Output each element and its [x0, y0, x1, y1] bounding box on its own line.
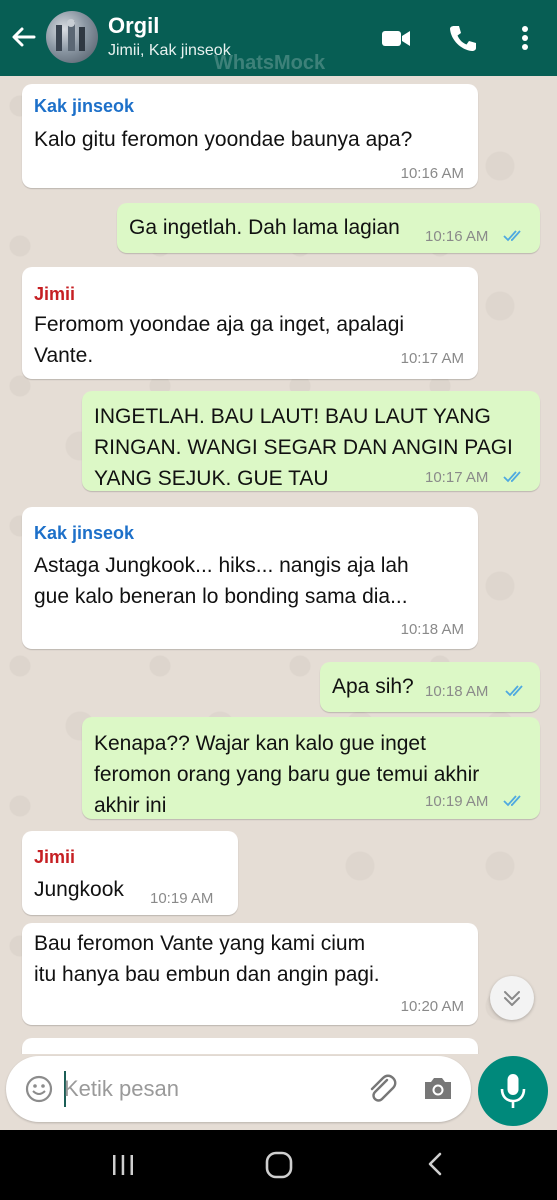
message-outgoing[interactable]: Ga ingetlah. Dah lama lagian 10:16 AM	[117, 203, 540, 253]
message-text: Jungkook	[34, 878, 124, 901]
message-outgoing[interactable]: Kenapa?? Wajar kan kalo gue inget feromo…	[82, 717, 540, 819]
message-input[interactable]: Ketik pesan	[64, 1076, 179, 1102]
message-sender: Kak jinseok	[34, 96, 135, 116]
chat-header: Orgil Jimii, Kak jinseok WhatsMock	[0, 0, 557, 76]
message-text: Feromom yoondae aja ga inget, apalagi Va…	[34, 313, 405, 367]
chat-participants[interactable]: Jimii, Kak jinseok	[108, 42, 231, 60]
message-incoming[interactable]: Jimii Feromom yoondae aja ga inget, apal…	[22, 267, 478, 379]
read-ticks-icon	[503, 795, 521, 807]
message-list[interactable]: Kak jinseok Kalo gitu feromon yoondae ba…	[0, 76, 557, 1054]
message-time: 10:19 AM	[425, 793, 489, 810]
back-nav-icon[interactable]	[420, 1149, 450, 1179]
camera-icon[interactable]	[421, 1071, 455, 1105]
watermark: WhatsMock	[214, 52, 326, 74]
message-outgoing[interactable]: INGETLAH. BAU LAUT! BAU LAUT YANG RINGAN…	[82, 391, 540, 491]
message-time: 10:17 AM	[400, 350, 464, 367]
read-ticks-icon	[503, 230, 521, 242]
message-time: 10:18 AM	[425, 683, 489, 700]
group-avatar[interactable]	[46, 11, 98, 63]
message-outgoing[interactable]: Apa sih? 10:18 AM	[320, 662, 540, 712]
message-incoming[interactable]: Kak jinseok Kalo gitu feromon yoondae ba…	[22, 84, 478, 188]
chat-title[interactable]: Orgil	[108, 13, 159, 39]
message-sender: Jimii	[34, 847, 76, 867]
attachment-icon[interactable]	[363, 1070, 399, 1106]
microphone-icon	[500, 1074, 526, 1108]
message-time: 10:16 AM	[425, 228, 489, 245]
back-arrow-icon[interactable]	[8, 22, 38, 52]
message-time: 10:19 AM	[150, 890, 214, 907]
message-time: 10:16 AM	[400, 165, 464, 182]
emoji-icon[interactable]	[24, 1074, 54, 1104]
message-incoming[interactable]: Bau feromon Vante yang kami cium itu han…	[22, 923, 478, 1025]
message-time: 10:20 AM	[400, 998, 464, 1015]
read-ticks-icon	[503, 471, 521, 483]
video-call-icon[interactable]	[380, 22, 412, 54]
recent-apps-icon[interactable]	[108, 1150, 138, 1180]
system-navigation-bar	[0, 1130, 557, 1200]
message-sender: Jimii	[34, 284, 76, 304]
voice-call-icon[interactable]	[446, 22, 478, 54]
more-options-icon[interactable]	[509, 22, 541, 54]
home-icon[interactable]	[263, 1149, 295, 1181]
message-text: Ga ingetlah. Dah lama lagian	[129, 216, 400, 239]
message-text: Apa sih?	[332, 675, 414, 698]
scroll-to-bottom-button[interactable]	[490, 976, 534, 1020]
message-time: 10:17 AM	[425, 469, 489, 486]
message-time: 10:18 AM	[400, 621, 464, 638]
message-text: Astaga Jungkook... hiks... nangis aja la…	[34, 554, 409, 608]
message-incoming[interactable]: Kak jinseok Astaga Jungkook... hiks... n…	[22, 507, 478, 649]
message-sender: Kak jinseok	[34, 523, 135, 543]
read-ticks-icon	[505, 685, 523, 697]
chevron-double-down-icon	[504, 991, 520, 1006]
message-incoming-partial[interactable]	[22, 1038, 478, 1054]
message-text: Kalo gitu feromon yoondae baunya apa?	[34, 128, 413, 151]
message-text: Bau feromon Vante yang kami cium itu han…	[34, 932, 380, 986]
message-composer[interactable]: Ketik pesan	[6, 1056, 471, 1122]
voice-message-button[interactable]	[478, 1056, 548, 1126]
message-incoming[interactable]: Jimii Jungkook 10:19 AM	[22, 831, 238, 915]
message-text: Kenapa?? Wajar kan kalo gue inget feromo…	[94, 732, 480, 817]
